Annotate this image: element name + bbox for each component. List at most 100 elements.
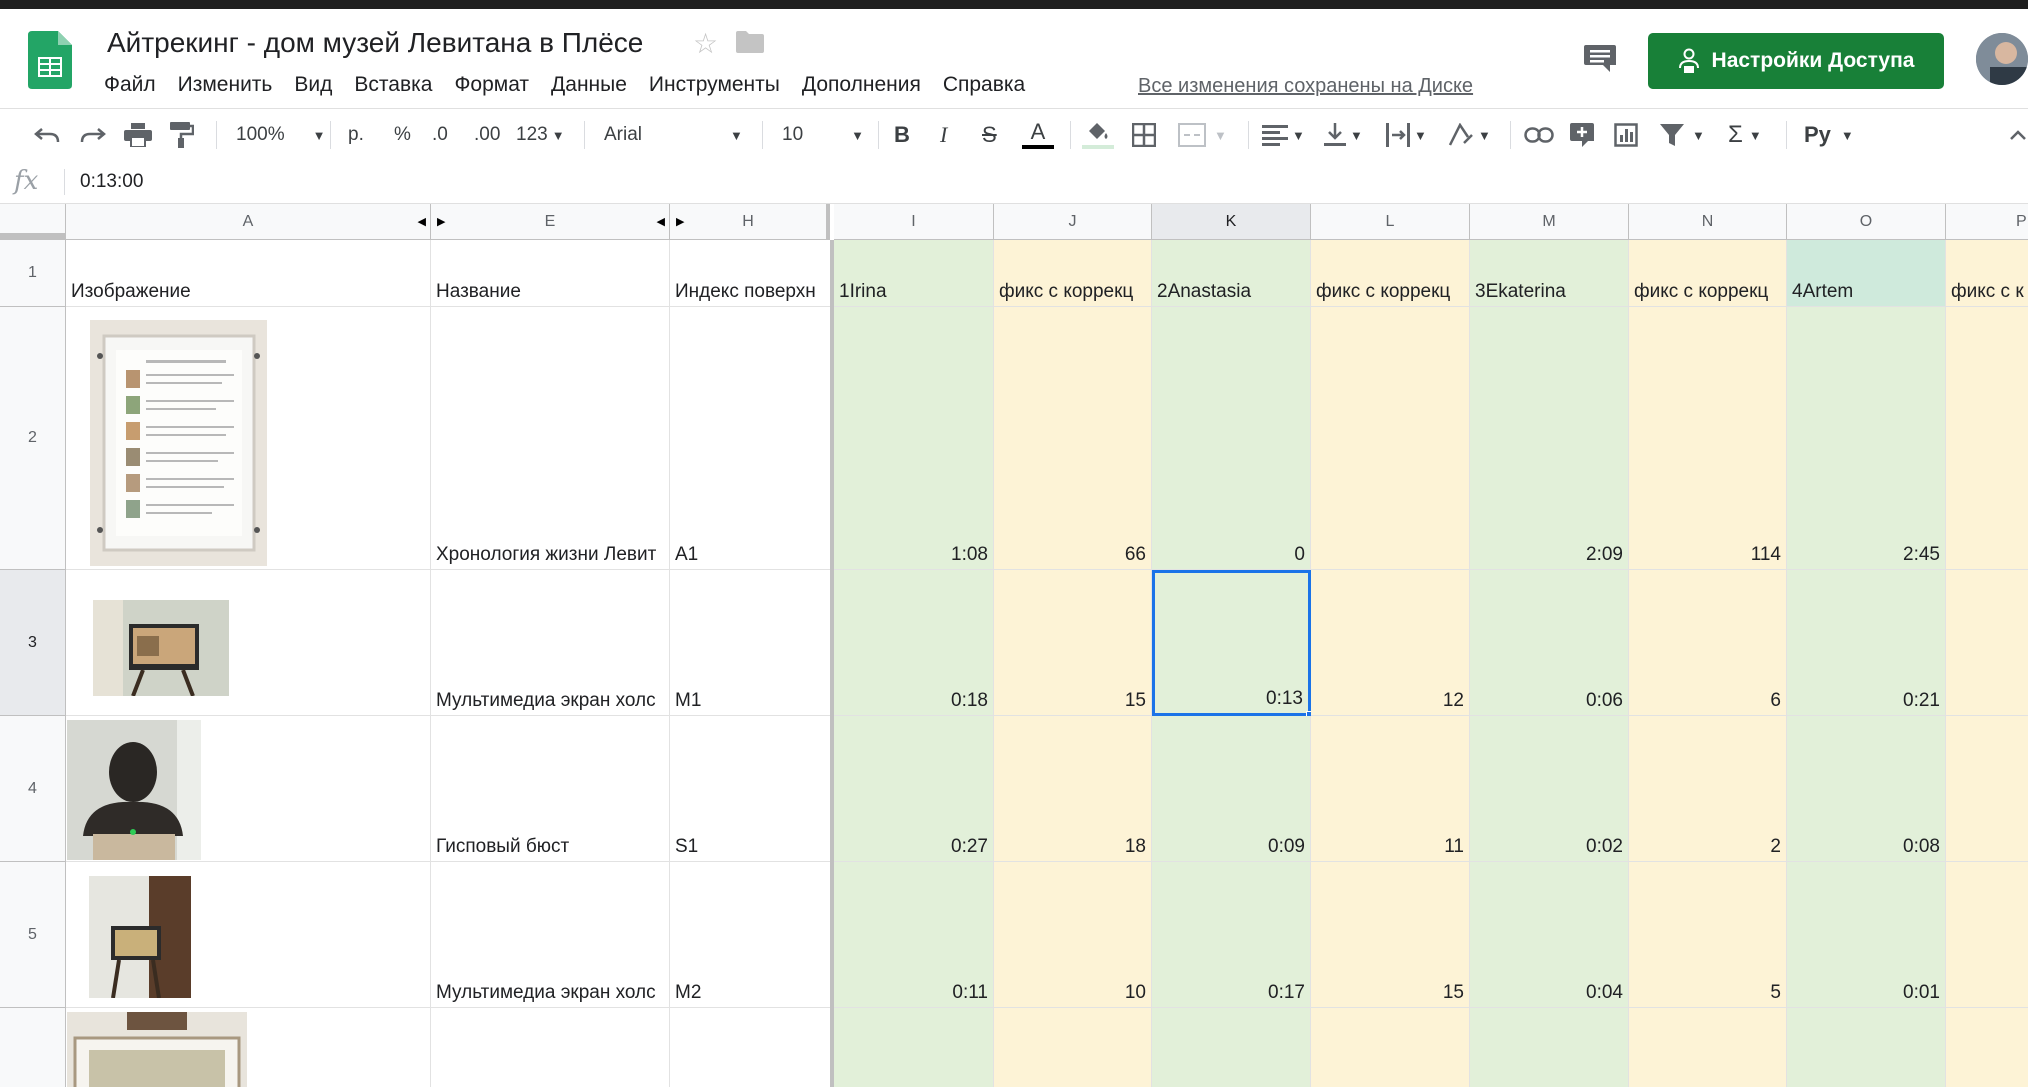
value-cell[interactable]: 0:21: [1787, 570, 1946, 716]
value-cell[interactable]: 0:04: [1470, 862, 1629, 1008]
insert-chart-icon[interactable]: [1614, 109, 1638, 161]
value-cell[interactable]: 0: [1152, 307, 1311, 570]
text-rotation-icon[interactable]: ▼: [1448, 109, 1491, 161]
row-header-3[interactable]: 3: [0, 570, 66, 716]
value-cell[interactable]: 0:02: [1470, 716, 1629, 862]
column-header-o[interactable]: O: [1787, 204, 1946, 240]
percent-format-button[interactable]: %: [394, 109, 411, 161]
header-cell-name[interactable]: Название: [431, 240, 670, 307]
column-header-e[interactable]: ▶ E ◀: [431, 204, 670, 240]
header-cell-fix-2[interactable]: фикс с коррекц: [1311, 240, 1470, 307]
menu-help[interactable]: Справка: [943, 73, 1025, 97]
value-cell[interactable]: 1:08: [834, 307, 994, 570]
column-header-a[interactable]: A ◀: [66, 204, 431, 240]
menu-format[interactable]: Формат: [454, 73, 529, 97]
value-cell[interactable]: [1470, 1008, 1629, 1087]
value-cell[interactable]: [1946, 1008, 2028, 1087]
menu-tools[interactable]: Инструменты: [649, 73, 780, 97]
header-cell-fix-1[interactable]: фикс с коррекц: [994, 240, 1152, 307]
share-button[interactable]: Настройки Доступа: [1648, 33, 1944, 89]
header-cell-index[interactable]: Индекс поверхн: [670, 240, 834, 307]
index-cell[interactable]: [670, 1008, 834, 1087]
value-cell[interactable]: 10: [994, 862, 1152, 1008]
font-size-select[interactable]: 10 ▼: [782, 109, 864, 161]
value-cell[interactable]: 0:17: [1152, 862, 1311, 1008]
selected-cell[interactable]: 0:13: [1152, 570, 1311, 716]
value-cell[interactable]: [1311, 1008, 1470, 1087]
fill-color-icon[interactable]: [1082, 109, 1114, 161]
column-header-m[interactable]: M: [1470, 204, 1629, 240]
hidden-columns-left-arrow-icon[interactable]: ◀: [418, 215, 426, 228]
value-cell[interactable]: [1629, 1008, 1787, 1087]
menu-insert[interactable]: Вставка: [354, 73, 432, 97]
redo-icon[interactable]: [80, 109, 106, 161]
value-cell[interactable]: 2:09: [1470, 307, 1629, 570]
avatar[interactable]: [1976, 33, 2028, 85]
value-cell[interactable]: 15: [994, 570, 1152, 716]
document-title[interactable]: Айтрекинг - дом музей Левитана в Плёсе: [107, 27, 643, 59]
value-cell[interactable]: 0:08: [1787, 716, 1946, 862]
value-cell[interactable]: 0:27: [834, 716, 994, 862]
frozen-column-divider[interactable]: [830, 240, 834, 1087]
header-cell-fix-4[interactable]: фикс с к: [1946, 240, 2028, 307]
value-cell[interactable]: [1946, 716, 2028, 862]
currency-format-button[interactable]: р.: [348, 109, 364, 161]
column-header-k[interactable]: K: [1152, 204, 1311, 240]
collapse-toolbar-icon[interactable]: [2010, 109, 2026, 161]
strikethrough-button[interactable]: S: [982, 109, 997, 161]
column-header-n[interactable]: N: [1629, 204, 1787, 240]
menu-view[interactable]: Вид: [294, 73, 332, 97]
value-cell[interactable]: 0:11: [834, 862, 994, 1008]
menu-file[interactable]: Файл: [104, 73, 156, 97]
value-cell[interactable]: 15: [1311, 862, 1470, 1008]
folder-icon[interactable]: [736, 31, 764, 53]
row-header-4[interactable]: 4: [0, 716, 66, 862]
value-cell[interactable]: 11: [1311, 716, 1470, 862]
column-header-l[interactable]: L: [1311, 204, 1470, 240]
bold-button[interactable]: B: [894, 109, 910, 161]
star-icon[interactable]: ☆: [693, 27, 718, 60]
save-status-link[interactable]: Все изменения сохранены на Диске: [1138, 75, 1473, 98]
row-header-5[interactable]: 5: [0, 862, 66, 1008]
name-cell[interactable]: Гисповый бюст: [431, 716, 670, 862]
index-cell[interactable]: M1: [670, 570, 834, 716]
value-cell[interactable]: [834, 1008, 994, 1087]
value-cell[interactable]: 12: [1311, 570, 1470, 716]
row-header-1[interactable]: 1: [0, 240, 66, 307]
functions-button[interactable]: Σ ▼: [1728, 109, 1762, 161]
filter-icon[interactable]: ▼: [1660, 109, 1705, 161]
text-wrap-icon[interactable]: ▼: [1386, 109, 1427, 161]
hidden-columns-right-arrow-icon[interactable]: ▶: [437, 215, 445, 228]
input-tools-button[interactable]: Pу ▼: [1804, 109, 1854, 161]
font-select[interactable]: Arial ▼: [604, 109, 743, 161]
text-color-button[interactable]: A: [1022, 109, 1054, 161]
value-cell[interactable]: [1787, 1008, 1946, 1087]
value-cell[interactable]: 2:45: [1787, 307, 1946, 570]
row-header-6[interactable]: [0, 1008, 66, 1087]
undo-icon[interactable]: [34, 109, 60, 161]
value-cell[interactable]: [994, 1008, 1152, 1087]
column-header-j[interactable]: J: [994, 204, 1152, 240]
comment-icon[interactable]: [1584, 45, 1616, 73]
header-cell-irina[interactable]: 1Irina: [834, 240, 994, 307]
italic-button[interactable]: I: [940, 109, 947, 161]
value-cell[interactable]: 0:18: [834, 570, 994, 716]
name-cell[interactable]: [431, 1008, 670, 1087]
zoom-select[interactable]: 100% ▼: [236, 109, 325, 161]
value-cell[interactable]: 114: [1629, 307, 1787, 570]
value-cell[interactable]: [1152, 1008, 1311, 1087]
merge-cells-icon[interactable]: ▼: [1178, 109, 1227, 161]
menu-edit[interactable]: Изменить: [178, 73, 273, 97]
name-cell[interactable]: Мультимедиа экран холс: [431, 570, 670, 716]
menu-addons[interactable]: Дополнения: [802, 73, 921, 97]
value-cell[interactable]: 2: [1629, 716, 1787, 862]
paint-format-icon[interactable]: [170, 109, 194, 161]
insert-comment-icon[interactable]: [1570, 109, 1594, 161]
value-cell[interactable]: 0:06: [1470, 570, 1629, 716]
value-cell[interactable]: 0:01: [1787, 862, 1946, 1008]
index-cell[interactable]: M2: [670, 862, 834, 1008]
print-icon[interactable]: [124, 109, 152, 161]
decrease-decimal-button[interactable]: .0: [432, 109, 448, 161]
header-cell-ekaterina[interactable]: 3Ekaterina: [1470, 240, 1629, 307]
more-formats-select[interactable]: 123 ▼: [516, 109, 565, 161]
